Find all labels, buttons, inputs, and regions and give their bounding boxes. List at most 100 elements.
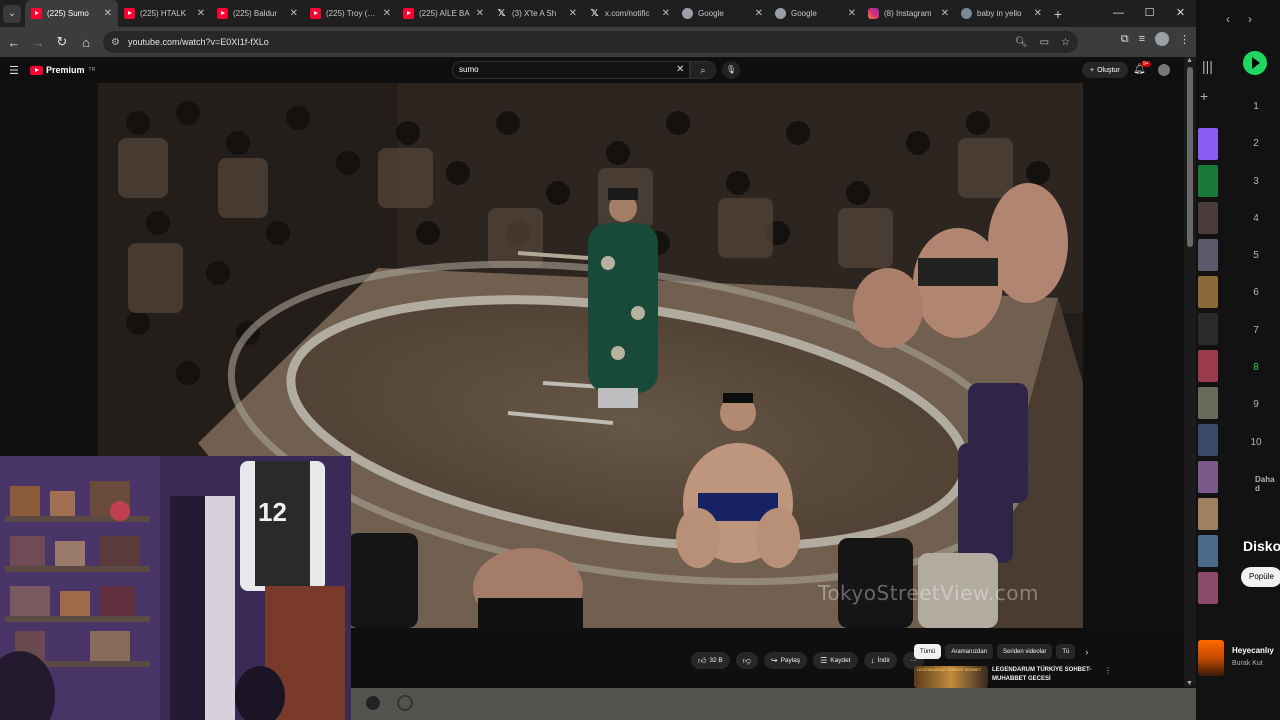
saved-episodes-thumb[interactable] xyxy=(1198,165,1218,197)
chart-position-number[interactable]: 9 xyxy=(1246,396,1266,433)
playlist-thumb[interactable] xyxy=(1198,350,1218,382)
dislike-button[interactable]: 👎︎ xyxy=(735,652,758,669)
close-tab-icon[interactable]: ✕ xyxy=(569,8,577,19)
browser-tab[interactable]: Google ✕ xyxy=(676,0,769,27)
extensions-icon[interactable]: ⧉ xyxy=(1121,33,1129,46)
browser-tab[interactable]: Google ✕ xyxy=(769,0,862,27)
zoom-icon[interactable]: 🔍︎ xyxy=(1015,37,1028,48)
close-tab-icon[interactable]: ✕ xyxy=(1034,8,1042,19)
scroll-up-icon[interactable]: ▲ xyxy=(1186,57,1193,64)
page-scrollbar[interactable]: ▲ ▼ xyxy=(1184,57,1196,687)
save-button[interactable]: ☰ Kaydet xyxy=(813,652,858,669)
clear-search-icon[interactable]: ✕ xyxy=(676,64,684,75)
browser-tab[interactable]: (225) HTALK ✕ xyxy=(118,0,211,27)
like-button[interactable]: 👍︎ 32 B xyxy=(691,652,730,669)
media-icon[interactable]: ≡ xyxy=(1139,33,1145,45)
chart-position-number[interactable]: 2 xyxy=(1246,135,1266,172)
chart-position-number[interactable]: 4 xyxy=(1246,210,1266,247)
search-input[interactable]: sumo xyxy=(452,61,690,79)
forward-icon[interactable]: › xyxy=(1248,12,1252,26)
back-icon[interactable]: ← xyxy=(2,35,26,50)
close-tab-icon[interactable]: ✕ xyxy=(941,8,949,19)
filter-chip[interactable]: Tümü xyxy=(914,644,942,659)
new-tab-button[interactable]: + xyxy=(1048,6,1068,22)
download-button[interactable]: ↓ İndir xyxy=(863,652,898,669)
playlist-thumb[interactable] xyxy=(1198,239,1218,271)
filter-chip[interactable]: Aramanızdan xyxy=(945,644,994,659)
browser-tab[interactable]: (225) Sumo ✕ xyxy=(25,0,118,27)
browser-tab[interactable]: 𝕏x.com/notific ✕ xyxy=(583,0,676,27)
chevron-right-icon[interactable]: › xyxy=(1085,647,1088,657)
close-tab-icon[interactable]: ✕ xyxy=(290,8,298,19)
bookmark-star-icon[interactable]: ☆ xyxy=(1061,37,1070,48)
close-tab-icon[interactable]: ✕ xyxy=(383,8,391,19)
playlist-thumb[interactable] xyxy=(1198,461,1218,493)
library-icon[interactable]: ||| xyxy=(1202,58,1213,74)
browser-tab[interactable]: (225) Baldur ✕ xyxy=(211,0,304,27)
show-more-link[interactable]: Daha d xyxy=(1255,475,1280,493)
playlist-thumb[interactable] xyxy=(1198,424,1218,456)
playlist-thumb[interactable] xyxy=(1198,313,1218,345)
browser-tab[interactable]: (225) AİLE BA ✕ xyxy=(397,0,490,27)
recommended-video-thumbnail[interactable]: LEGENDARUM TÜRKİYE SOHBET xyxy=(914,666,988,688)
liked-songs-thumb[interactable] xyxy=(1198,128,1218,160)
address-url[interactable]: youtube.com/watch?v=E0XI1f-fXLo xyxy=(128,37,1003,47)
scroll-down-icon[interactable]: ▼ xyxy=(1186,680,1193,687)
app-circle-icon[interactable] xyxy=(365,695,381,711)
filter-chip[interactable]: Seriden videolar xyxy=(997,644,1053,659)
playlist-thumb[interactable] xyxy=(1198,387,1218,419)
chart-position-number[interactable]: 6 xyxy=(1246,284,1266,321)
back-icon[interactable]: ‹ xyxy=(1226,12,1230,26)
playlist-thumb[interactable] xyxy=(1198,535,1218,567)
playlist-thumb[interactable] xyxy=(1198,276,1218,308)
playlist-thumb[interactable] xyxy=(1198,572,1218,604)
close-tab-icon[interactable]: ✕ xyxy=(476,8,484,19)
now-playing-title[interactable]: Heyecanlıy xyxy=(1232,646,1274,655)
now-playing-artist[interactable]: Burak Kut xyxy=(1232,660,1263,667)
chatgpt-icon[interactable] xyxy=(397,695,413,711)
playlist-thumb[interactable] xyxy=(1198,498,1218,530)
forward-icon[interactable]: → xyxy=(26,35,50,50)
maximize-icon[interactable]: ☐ xyxy=(1134,0,1165,27)
scrollbar-thumb[interactable] xyxy=(1187,67,1193,247)
chart-position-number[interactable]: 8 xyxy=(1246,359,1266,396)
home-icon[interactable]: ⌂ xyxy=(74,35,98,50)
account-avatar[interactable] xyxy=(1158,64,1170,76)
now-playing-art[interactable] xyxy=(1198,640,1224,676)
browser-tab[interactable]: baby in yello ✕ xyxy=(955,0,1048,27)
browser-tab[interactable]: (225) Troy (2... ✕ xyxy=(304,0,397,27)
close-tab-icon[interactable]: ✕ xyxy=(662,8,670,19)
chart-position-number[interactable]: 5 xyxy=(1246,247,1266,284)
close-tab-icon[interactable]: ✕ xyxy=(848,8,856,19)
menu-icon[interactable]: ☰ xyxy=(9,64,19,77)
create-button[interactable]: + Oluştur xyxy=(1082,62,1128,78)
playlist-thumb[interactable] xyxy=(1198,202,1218,234)
site-info-icon[interactable]: ⚙ xyxy=(111,37,120,48)
close-tab-icon[interactable]: ✕ xyxy=(104,8,112,19)
close-tab-icon[interactable]: ✕ xyxy=(755,8,763,19)
popular-chip[interactable]: Popüle xyxy=(1241,567,1280,587)
address-bar[interactable]: ⚙ youtube.com/watch?v=E0XI1f-fXLo 🔍︎ ▭ ☆ xyxy=(103,31,1078,53)
play-button[interactable] xyxy=(1243,51,1267,75)
chart-position-number[interactable]: 3 xyxy=(1246,173,1266,210)
close-tab-icon[interactable]: ✕ xyxy=(197,8,205,19)
chart-position-number[interactable]: 7 xyxy=(1246,322,1266,359)
tab-search-button[interactable]: ⌄ xyxy=(3,4,21,23)
recommended-video-title[interactable]: LEGENDARUM TÜRKİYE SOHBET-MUHABBET GECES… xyxy=(992,666,1092,688)
chart-position-number[interactable]: 10 xyxy=(1246,434,1266,471)
share-button[interactable]: ↪ Paylaş xyxy=(763,652,808,669)
search-button[interactable]: ⌕ xyxy=(690,61,716,79)
close-window-icon[interactable]: ✕ xyxy=(1165,0,1196,27)
youtube-logo[interactable]: Premium TR xyxy=(30,65,95,75)
cast-icon[interactable]: ▭ xyxy=(1040,37,1049,48)
chart-position-number[interactable]: 1 xyxy=(1246,98,1266,135)
filter-chip[interactable]: Tü xyxy=(1056,644,1076,659)
recommended-video[interactable]: LEGENDARUM TÜRKİYE SOHBET LEGENDARUM TÜR… xyxy=(914,666,1164,688)
mic-icon[interactable]: 🎙︎ xyxy=(722,61,740,79)
reload-icon[interactable]: ↻ xyxy=(50,34,74,50)
profile-avatar[interactable] xyxy=(1155,32,1169,46)
minimize-icon[interactable]: — xyxy=(1103,0,1134,27)
browser-tab[interactable]: 𝕏 (3) X'te A Sh ✕ xyxy=(490,0,583,27)
more-options-icon[interactable]: ⋮ xyxy=(1104,666,1112,688)
add-icon[interactable]: + xyxy=(1200,88,1208,104)
